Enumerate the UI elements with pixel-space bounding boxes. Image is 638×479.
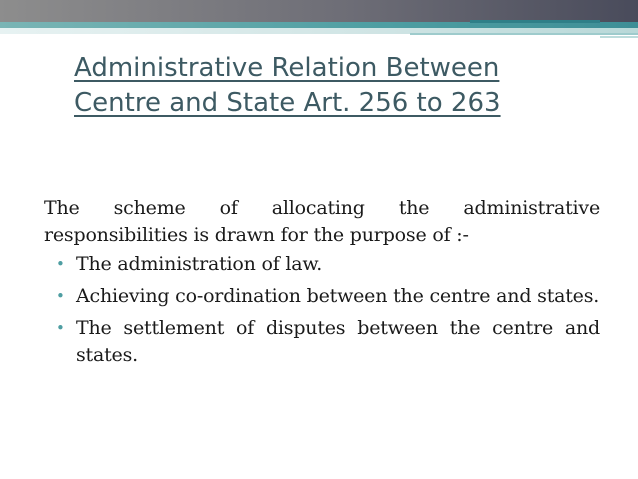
- slide-title-line-2: Centre and State Art. 256 to 263: [74, 88, 501, 118]
- bullet-item: • The administration of law.: [44, 251, 600, 278]
- header-band-dark: [0, 0, 638, 22]
- slide-body: The scheme of allocating the administrat…: [44, 195, 600, 374]
- bullet-text: The administration of law.: [76, 253, 323, 275]
- bullet-item: • The settlement of disputes between the…: [44, 315, 600, 369]
- slide: Administrative Relation Between Centre a…: [0, 0, 638, 479]
- intro-paragraph: The scheme of allocating the administrat…: [44, 197, 600, 246]
- bullet-dot-icon: •: [56, 255, 65, 273]
- header-band-teal-accent: [470, 20, 600, 23]
- bullet-text: Achieving co-ordination between the cent…: [76, 285, 600, 307]
- slide-title-line-1: Administrative Relation Between: [74, 53, 500, 83]
- bullet-dot-icon: •: [56, 287, 65, 305]
- bullet-text: The settlement of disputes between the c…: [76, 317, 600, 366]
- bullet-dot-icon: •: [56, 319, 65, 337]
- header-band-light-line: [410, 33, 638, 35]
- slide-title: Administrative Relation Between Centre a…: [74, 51, 614, 121]
- header-band-light-line-short: [600, 36, 638, 38]
- bullet-list: • The administration of law. • Achieving…: [44, 251, 600, 369]
- bullet-item: • Achieving co-ordination between the ce…: [44, 283, 600, 310]
